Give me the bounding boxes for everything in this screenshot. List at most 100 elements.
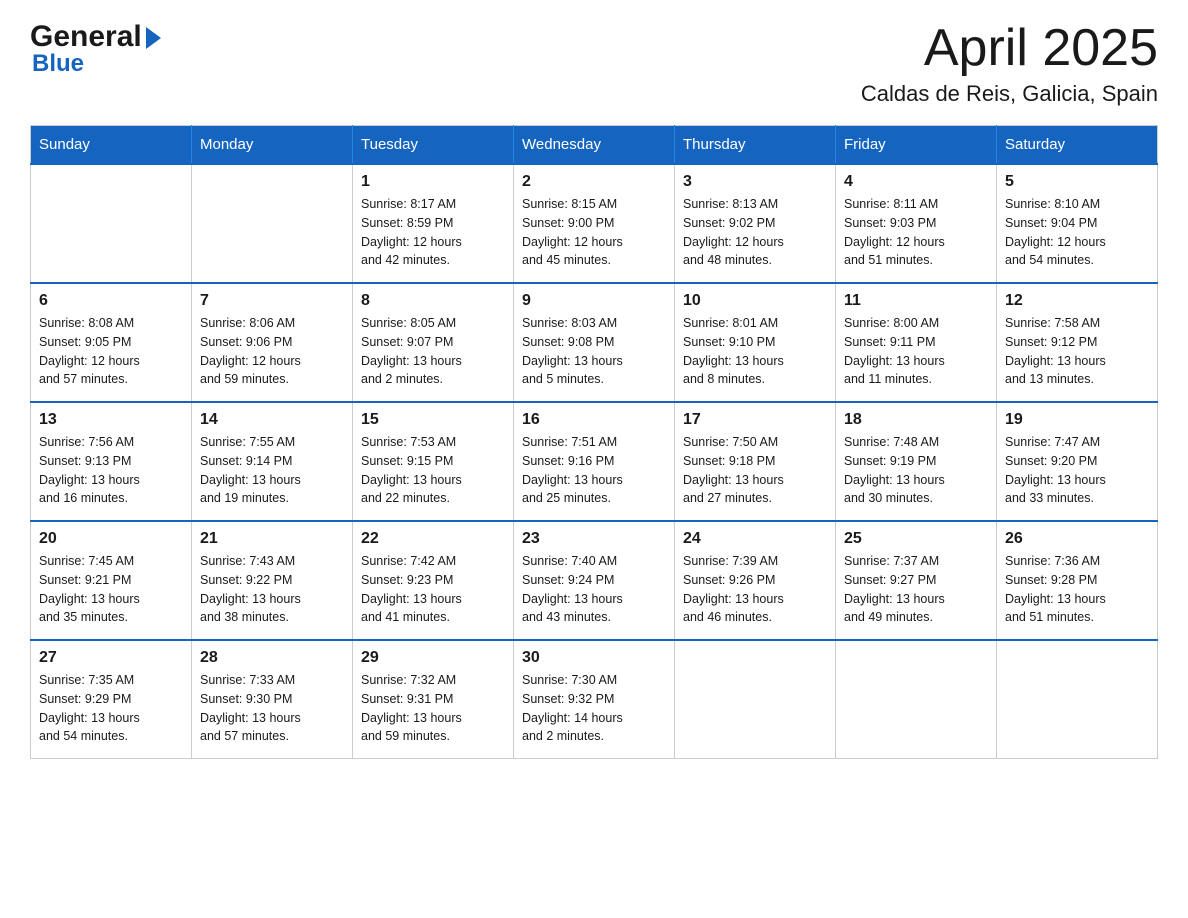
- header-monday: Monday: [192, 126, 353, 165]
- calendar-cell-w2-d5: 10Sunrise: 8:01 AM Sunset: 9:10 PM Dayli…: [675, 283, 836, 402]
- calendar-cell-w3-d1: 13 Sunrise: 7:56 AM Sunset: 9:13 PM Dayli…: [31, 402, 192, 521]
- day-number: 29: [361, 649, 505, 667]
- header-saturday: Saturday: [997, 126, 1158, 165]
- calendar-cell-w1-d1: [31, 164, 192, 283]
- header-friday: Friday: [836, 126, 997, 165]
- calendar-cell-w4-d6: 25 Sunrise: 7:37 AM Sunset: 9:27 PM Dayli…: [836, 521, 997, 640]
- day-number: 2: [522, 173, 666, 191]
- day-info: Sunrise: 8:00 AM Sunset: 9:11 PM Dayligh…: [844, 314, 988, 389]
- day-info: Sunrise: 7:39 AM Sunset: 9:26 PM Dayligh…: [683, 552, 827, 627]
- day-number: 16: [522, 411, 666, 429]
- day-number: 11: [844, 292, 988, 310]
- day-info: Sunrise: 7:56 AM Sunset: 9:13 PM Dayligh…: [39, 433, 183, 508]
- calendar-cell-w3-d4: 16 Sunrise: 7:51 AM Sunset: 9:16 PM Dayli…: [514, 402, 675, 521]
- day-info: Sunrise: 7:55 AM Sunset: 9:14 PM Dayligh…: [200, 433, 344, 508]
- calendar-cell-w3-d6: 18Sunrise: 7:48 AM Sunset: 9:19 PM Dayli…: [836, 402, 997, 521]
- day-info: Sunrise: 7:42 AM Sunset: 9:23 PM Dayligh…: [361, 552, 505, 627]
- calendar-cell-w4-d4: 23 Sunrise: 7:40 AM Sunset: 9:24 PM Dayli…: [514, 521, 675, 640]
- calendar-cell-w4-d3: 22Sunrise: 7:42 AM Sunset: 9:23 PM Dayli…: [353, 521, 514, 640]
- calendar-cell-w2-d7: 12Sunrise: 7:58 AM Sunset: 9:12 PM Dayli…: [997, 283, 1158, 402]
- calendar-cell-w4-d7: 26Sunrise: 7:36 AM Sunset: 9:28 PM Dayli…: [997, 521, 1158, 640]
- header-sunday: Sunday: [31, 126, 192, 165]
- calendar-cell-w3-d2: 14 Sunrise: 7:55 AM Sunset: 9:14 PM Dayli…: [192, 402, 353, 521]
- day-info: Sunrise: 7:45 AM Sunset: 9:21 PM Dayligh…: [39, 552, 183, 627]
- location-subtitle: Caldas de Reis, Galicia, Spain: [861, 81, 1158, 107]
- calendar-cell-w1-d2: [192, 164, 353, 283]
- calendar-cell-w3-d5: 17 Sunrise: 7:50 AM Sunset: 9:18 PM Dayli…: [675, 402, 836, 521]
- calendar-cell-w4-d1: 20 Sunrise: 7:45 AM Sunset: 9:21 PM Dayli…: [31, 521, 192, 640]
- day-number: 23: [522, 530, 666, 548]
- calendar-cell-w1-d3: 1 Sunrise: 8:17 AM Sunset: 8:59 PM Daylig…: [353, 164, 514, 283]
- logo-arrow-icon: [146, 27, 161, 49]
- day-info: Sunrise: 7:30 AM Sunset: 9:32 PM Dayligh…: [522, 671, 666, 746]
- day-info: Sunrise: 8:13 AM Sunset: 9:02 PM Dayligh…: [683, 195, 827, 270]
- day-number: 4: [844, 173, 988, 191]
- calendar-table: Sunday Monday Tuesday Wednesday Thursday…: [30, 125, 1158, 759]
- day-number: 6: [39, 292, 183, 310]
- day-info: Sunrise: 8:08 AM Sunset: 9:05 PM Dayligh…: [39, 314, 183, 389]
- day-info: Sunrise: 7:32 AM Sunset: 9:31 PM Dayligh…: [361, 671, 505, 746]
- day-info: Sunrise: 7:48 AM Sunset: 9:19 PM Dayligh…: [844, 433, 988, 508]
- day-number: 14: [200, 411, 344, 429]
- day-number: 24: [683, 530, 827, 548]
- day-info: Sunrise: 7:51 AM Sunset: 9:16 PM Dayligh…: [522, 433, 666, 508]
- day-number: 3: [683, 173, 827, 191]
- day-number: 15: [361, 411, 505, 429]
- calendar-week-5: 27 Sunrise: 7:35 AM Sunset: 9:29 PM Dayli…: [31, 640, 1158, 759]
- day-info: Sunrise: 8:01 AM Sunset: 9:10 PM Dayligh…: [683, 314, 827, 389]
- day-number: 19: [1005, 411, 1149, 429]
- day-info: Sunrise: 8:17 AM Sunset: 8:59 PM Dayligh…: [361, 195, 505, 270]
- calendar-cell-w5-d5: [675, 640, 836, 759]
- day-info: Sunrise: 8:03 AM Sunset: 9:08 PM Dayligh…: [522, 314, 666, 389]
- calendar-week-3: 13 Sunrise: 7:56 AM Sunset: 9:13 PM Dayli…: [31, 402, 1158, 521]
- day-info: Sunrise: 7:47 AM Sunset: 9:20 PM Dayligh…: [1005, 433, 1149, 508]
- calendar-cell-w5-d4: 30 Sunrise: 7:30 AM Sunset: 9:32 PM Dayli…: [514, 640, 675, 759]
- calendar-cell-w1-d5: 3 Sunrise: 8:13 AM Sunset: 9:02 PM Daylig…: [675, 164, 836, 283]
- calendar-cell-w1-d4: 2 Sunrise: 8:15 AM Sunset: 9:00 PM Daylig…: [514, 164, 675, 283]
- page-header: General Blue April 2025 Caldas de Reis, …: [30, 20, 1158, 107]
- title-section: April 2025 Caldas de Reis, Galicia, Spai…: [861, 20, 1158, 107]
- calendar-cell-w2-d2: 7Sunrise: 8:06 AM Sunset: 9:06 PM Daylig…: [192, 283, 353, 402]
- day-number: 1: [361, 173, 505, 191]
- calendar-header-row: Sunday Monday Tuesday Wednesday Thursday…: [31, 126, 1158, 165]
- header-tuesday: Tuesday: [353, 126, 514, 165]
- day-number: 9: [522, 292, 666, 310]
- day-info: Sunrise: 7:37 AM Sunset: 9:27 PM Dayligh…: [844, 552, 988, 627]
- calendar-cell-w4-d2: 21 Sunrise: 7:43 AM Sunset: 9:22 PM Dayli…: [192, 521, 353, 640]
- day-number: 5: [1005, 173, 1149, 191]
- calendar-cell-w2-d1: 6 Sunrise: 8:08 AM Sunset: 9:05 PM Daylig…: [31, 283, 192, 402]
- calendar-cell-w3-d3: 15Sunrise: 7:53 AM Sunset: 9:15 PM Dayli…: [353, 402, 514, 521]
- calendar-cell-w5-d2: 28 Sunrise: 7:33 AM Sunset: 9:30 PM Dayli…: [192, 640, 353, 759]
- day-number: 17: [683, 411, 827, 429]
- day-info: Sunrise: 7:35 AM Sunset: 9:29 PM Dayligh…: [39, 671, 183, 746]
- logo-blue-text: Blue: [32, 50, 84, 78]
- day-number: 27: [39, 649, 183, 667]
- calendar-cell-w5-d3: 29 Sunrise: 7:32 AM Sunset: 9:31 PM Dayli…: [353, 640, 514, 759]
- day-info: Sunrise: 8:10 AM Sunset: 9:04 PM Dayligh…: [1005, 195, 1149, 270]
- header-wednesday: Wednesday: [514, 126, 675, 165]
- day-info: Sunrise: 8:05 AM Sunset: 9:07 PM Dayligh…: [361, 314, 505, 389]
- day-info: Sunrise: 7:43 AM Sunset: 9:22 PM Dayligh…: [200, 552, 344, 627]
- header-thursday: Thursday: [675, 126, 836, 165]
- calendar-cell-w1-d6: 4Sunrise: 8:11 AM Sunset: 9:03 PM Daylig…: [836, 164, 997, 283]
- day-number: 21: [200, 530, 344, 548]
- day-info: Sunrise: 7:50 AM Sunset: 9:18 PM Dayligh…: [683, 433, 827, 508]
- day-number: 28: [200, 649, 344, 667]
- calendar-cell-w1-d7: 5 Sunrise: 8:10 AM Sunset: 9:04 PM Daylig…: [997, 164, 1158, 283]
- day-number: 25: [844, 530, 988, 548]
- calendar-cell-w4-d5: 24 Sunrise: 7:39 AM Sunset: 9:26 PM Dayli…: [675, 521, 836, 640]
- calendar-cell-w5-d1: 27 Sunrise: 7:35 AM Sunset: 9:29 PM Dayli…: [31, 640, 192, 759]
- calendar-cell-w5-d7: [997, 640, 1158, 759]
- day-info: Sunrise: 7:33 AM Sunset: 9:30 PM Dayligh…: [200, 671, 344, 746]
- logo[interactable]: General Blue: [30, 20, 161, 78]
- day-number: 20: [39, 530, 183, 548]
- day-number: 26: [1005, 530, 1149, 548]
- day-info: Sunrise: 8:06 AM Sunset: 9:06 PM Dayligh…: [200, 314, 344, 389]
- day-info: Sunrise: 8:15 AM Sunset: 9:00 PM Dayligh…: [522, 195, 666, 270]
- calendar-cell-w3-d7: 19 Sunrise: 7:47 AM Sunset: 9:20 PM Dayli…: [997, 402, 1158, 521]
- day-number: 13: [39, 411, 183, 429]
- day-number: 30: [522, 649, 666, 667]
- day-info: Sunrise: 7:40 AM Sunset: 9:24 PM Dayligh…: [522, 552, 666, 627]
- day-number: 8: [361, 292, 505, 310]
- day-info: Sunrise: 7:58 AM Sunset: 9:12 PM Dayligh…: [1005, 314, 1149, 389]
